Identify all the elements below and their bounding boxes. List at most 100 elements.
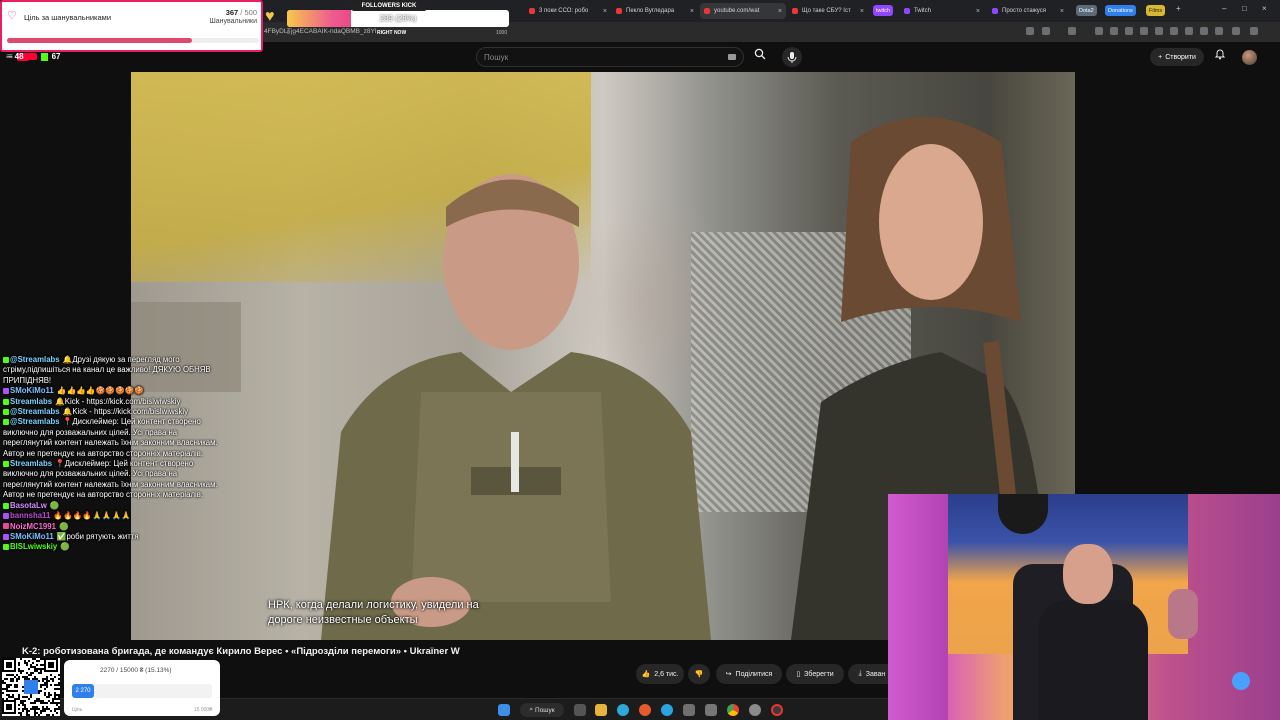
profile-icon[interactable] [1232,27,1240,35]
heart-icon: ♥ [265,8,275,25]
tab-label: Просто стажуся [1002,8,1046,14]
chat-username[interactable]: @Streamlabs [10,417,60,426]
video-subtitle: НРК, когда делали логистику, увидели на … [268,599,479,626]
search-icon[interactable] [750,47,770,67]
notifications-bell-icon[interactable] [1210,47,1230,67]
chat-username[interactable]: Streamlabs [10,397,52,406]
windows-start-icon[interactable] [498,704,510,716]
create-button[interactable]: + Створити [1150,48,1204,66]
donation-card: 2270 / 15000 ₴ (15.13%) 2 270 Ціль 15 00… [64,660,220,716]
extension-icon[interactable] [1068,27,1076,35]
close-window-icon[interactable]: × [1262,4,1267,13]
kick-icon [40,52,48,61]
goal-progress-track [7,38,259,43]
kick-progress-text: 289 (28%) [379,14,417,23]
close-tab-icon[interactable]: × [690,8,694,15]
close-tab-icon[interactable]: × [976,8,980,15]
avatar[interactable] [1242,50,1257,65]
chat-username[interactable]: bannsha11 [10,511,50,520]
chat-text: 🟢 [49,500,60,510]
dislike-button[interactable]: 👎 [688,664,710,684]
extension-icon[interactable] [1215,27,1223,35]
extension-icon[interactable] [1095,27,1103,35]
taskbar-search[interactable]: ⌕ Пошук [520,703,564,717]
youtube-favicon-icon [704,8,710,14]
tab-group-donations[interactable]: Donations [1105,5,1136,16]
chat-text: 🟢 [60,542,70,552]
tab-group-twitch[interactable]: twitch [873,5,894,16]
youtube-favicon-icon [792,8,798,14]
minimize-icon[interactable]: – [1222,4,1226,13]
chat-username[interactable]: BasotaLw [10,501,47,510]
browser-tab[interactable]: Пекло Вугледара × [612,3,698,19]
fan-goal-widget: ♡ Ціль за шанувальниками 367 / 500 Шанув… [0,0,263,52]
chat-badge-icon [3,461,9,467]
close-tab-icon[interactable]: × [860,8,864,15]
chat-message: Streamlabs 🔔Kick - https://kick.com/bislw… [3,397,218,407]
save-button[interactable]: ▯ Зберегти [786,664,844,684]
edge-icon[interactable] [617,704,629,716]
keyboard-icon[interactable] [728,54,736,60]
chat-badge-icon [3,533,9,540]
create-label: Створити [1165,53,1196,61]
extension-icon[interactable] [1125,27,1133,35]
close-tab-icon[interactable]: × [1060,8,1064,15]
share-label: Поділитися [735,670,773,678]
chat-username[interactable]: BISLwiwskiy [10,542,57,551]
like-button[interactable]: 👍 2,6 тис. [636,664,684,684]
youtube-favicon-icon [529,8,535,14]
tab-group-films[interactable]: Films [1146,5,1166,16]
maximize-icon[interactable]: □ [1242,4,1247,13]
like-count: 2,6 тис. [654,670,679,678]
extension-icon[interactable] [1185,27,1193,35]
tab-label: Twitch [914,8,932,14]
search-input[interactable]: Пошук [476,47,744,67]
close-tab-icon[interactable]: × [778,8,782,15]
chat-text: 👍👍👍👍🍪🍪🍪🍪🍪 [56,386,145,396]
app-icon[interactable] [683,704,695,716]
browser-tab[interactable]: Що таке СБУ? Іст × [788,3,868,19]
voice-search-button[interactable] [782,47,802,67]
share-button[interactable]: ↪ Поділитися [716,664,782,684]
install-icon[interactable] [1026,27,1034,35]
chat-username[interactable]: @Streamlabs [10,355,60,364]
bookmark-star-icon[interactable] [1042,27,1050,35]
extension-icon[interactable] [1170,27,1178,35]
youtube-viewers: 48 [14,52,24,61]
tab-group-dota2[interactable]: Dota2 [1076,5,1097,16]
chat-username[interactable]: SMoKiMo11 [10,386,54,395]
goal-progress-fill [7,38,192,43]
new-tab-icon[interactable]: + [1176,4,1181,13]
extension-icon[interactable] [1155,27,1163,35]
settings-gear-icon[interactable] [749,704,761,716]
save-label: Зберегти [804,670,834,678]
chrome-icon[interactable] [727,704,739,716]
extension-icon[interactable] [1200,27,1208,35]
chat-username[interactable]: Streamlabs [10,459,52,468]
tab-label: youtube.com/wat [714,8,760,14]
firefox-icon[interactable] [639,704,651,716]
streamer-head [1063,544,1113,604]
file-explorer-icon[interactable] [595,704,607,716]
browser-tab[interactable]: Twitch × [900,3,984,19]
browser-tab[interactable]: 3 поки ССО: робо × [525,3,611,19]
close-tab-icon[interactable]: × [603,8,607,15]
kick-max: 1000 [496,30,508,36]
download-label: Заван [865,670,886,678]
soldier-figure [321,174,711,640]
browser-tab[interactable]: Просто стажуся × [988,3,1068,19]
streamer-body [1038,600,1148,720]
extension-icon[interactable] [1110,27,1118,35]
app-icon[interactable] [705,704,717,716]
chat-text: 🔔Kick - https://kick.com/bislwiwskiy [55,396,181,406]
chat-username[interactable]: SMoKiMo11 [10,532,54,541]
browser-tab-active[interactable]: youtube.com/wat × [700,3,786,19]
obs-icon[interactable] [771,704,783,716]
task-view-icon[interactable] [574,704,586,716]
youtube-favicon-icon [616,8,622,14]
extension-icon[interactable] [1140,27,1148,35]
telegram-icon[interactable] [661,704,673,716]
chat-username[interactable]: @Streamlabs [10,407,60,416]
chat-username[interactable]: NoizMC1991 [10,522,56,531]
menu-icon[interactable] [1250,27,1258,35]
